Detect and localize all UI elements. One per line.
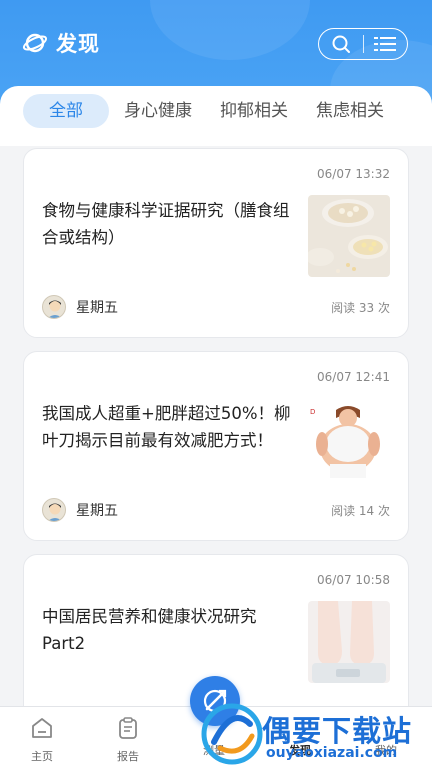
header-actions xyxy=(318,28,408,60)
overweight-person-image: D xyxy=(308,398,390,480)
title-group: 发现 xyxy=(22,28,100,58)
tab-mind-body-health[interactable]: 身心健康 xyxy=(116,94,200,128)
article-card[interactable]: 06/07 13:32 食物与健康科学证据研究（膳食组合或结构） 星期五 阅读 … xyxy=(23,148,409,338)
tab-all[interactable]: 全部 xyxy=(23,94,109,128)
nav-label: 主页 xyxy=(31,750,53,763)
article-thumbnail xyxy=(308,195,390,277)
search-button[interactable] xyxy=(319,29,363,59)
avatar xyxy=(42,295,66,319)
clipboard-icon xyxy=(119,717,137,739)
author-name: 星期五 xyxy=(76,300,118,316)
home-icon xyxy=(32,718,52,738)
article-author[interactable]: 星期五 xyxy=(42,295,118,319)
article-time: 06/07 13:32 xyxy=(317,167,390,181)
pills-spoons-image xyxy=(308,195,390,277)
article-time: 06/07 12:41 xyxy=(317,370,390,384)
list-filter-icon xyxy=(374,37,397,51)
tab-anxiety[interactable]: 焦虑相关 xyxy=(308,94,392,128)
nav-home[interactable]: 主页 xyxy=(12,715,72,764)
article-author[interactable]: 星期五 xyxy=(42,498,118,522)
read-count: 阅读 33 次 xyxy=(331,301,390,315)
article-thumbnail: D xyxy=(308,398,390,480)
avatar xyxy=(42,498,66,522)
watermark: 偶要下载站 ouyaoxiazai.com xyxy=(200,700,432,768)
planet-icon xyxy=(22,33,48,53)
article-title: 我国成人超重+肥胖超过50%！柳叶刀揭示目前最有效减肥方式！ xyxy=(42,404,291,450)
article-feed: 06/07 13:32 食物与健康科学证据研究（膳食组合或结构） 星期五 阅读 … xyxy=(0,146,432,706)
article-thumbnail xyxy=(308,601,390,683)
tab-depression[interactable]: 抑郁相关 xyxy=(212,94,296,128)
search-icon xyxy=(332,35,350,53)
article-title: 食物与健康科学证据研究（膳食组合或结构） xyxy=(42,201,290,247)
nav-label: 报告 xyxy=(117,750,139,763)
watermark-logo-icon xyxy=(201,703,263,765)
header-decoration xyxy=(150,0,310,60)
article-card[interactable]: 06/07 12:41 我国成人超重+肥胖超过50%！柳叶刀揭示目前最有效减肥方… xyxy=(23,351,409,541)
watermark-url: ouyaoxiazai.com xyxy=(266,745,398,761)
article-title: 中国居民营养和健康状况研究Part2 xyxy=(42,607,257,653)
author-name: 星期五 xyxy=(76,503,118,519)
category-tabs: 全部 身心健康 抑郁相关 焦虑相关 xyxy=(0,86,432,146)
article-time: 06/07 10:58 xyxy=(317,573,390,587)
page-title: 发现 xyxy=(56,32,100,56)
watermark-text: 偶要下载站 xyxy=(262,714,413,748)
nav-report[interactable]: 报告 xyxy=(98,715,158,764)
read-count: 阅读 14 次 xyxy=(331,504,390,518)
svg-text:D: D xyxy=(310,408,315,416)
filter-button[interactable] xyxy=(364,29,408,59)
feet-on-scale-image xyxy=(308,601,390,683)
